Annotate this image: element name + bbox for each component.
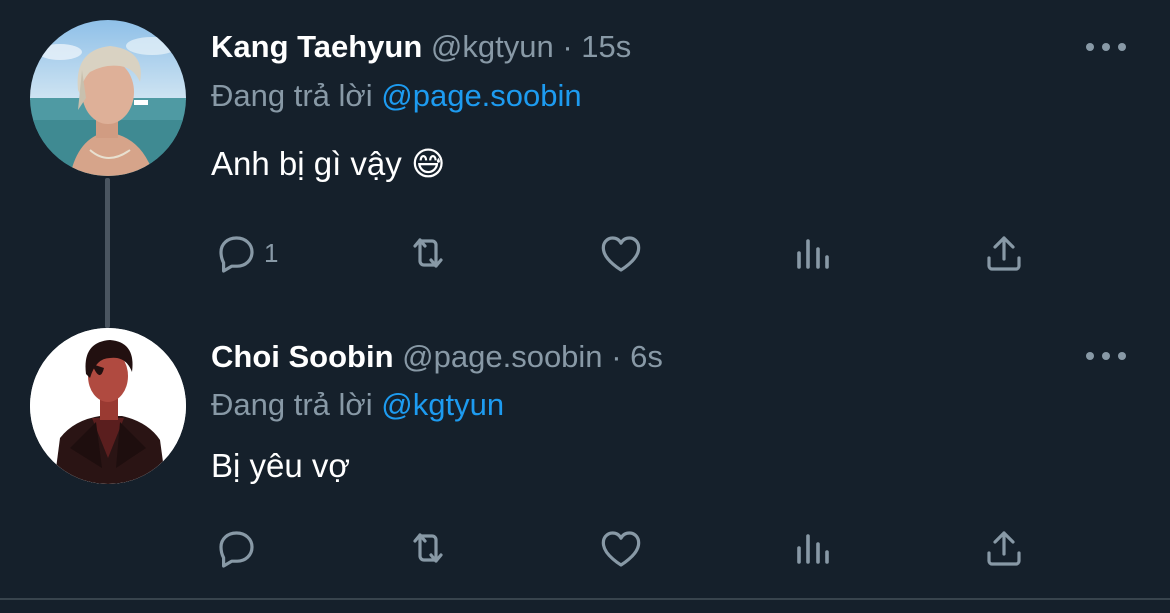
action-bar: [0, 523, 1170, 573]
reply-button[interactable]: [212, 523, 264, 573]
like-button[interactable]: [597, 523, 645, 573]
like-button[interactable]: [597, 228, 645, 278]
reply-icon: [219, 236, 254, 273]
more-icon[interactable]: [1086, 40, 1126, 54]
replying-prefix: Đang trả lời: [211, 387, 373, 422]
analytics-button[interactable]: [789, 228, 837, 278]
share-button[interactable]: [980, 228, 1028, 278]
tweet-choi-soobin[interactable]: Choi Soobin @page.soobin · 6s Đang trả l…: [0, 310, 1170, 598]
share-button[interactable]: [980, 523, 1028, 573]
share-icon: [987, 531, 1021, 566]
avatar[interactable]: [30, 20, 186, 176]
retweet-button[interactable]: [404, 523, 452, 573]
display-name[interactable]: Kang Taehyun: [211, 29, 422, 64]
avatar-photo: [30, 20, 186, 176]
analytics-icon: [797, 239, 829, 269]
separator-dot: ·: [562, 29, 573, 64]
timestamp[interactable]: 6s: [630, 339, 663, 374]
retweet-icon: [413, 238, 443, 268]
user-handle[interactable]: @page.soobin: [402, 339, 602, 374]
mention-link[interactable]: @page.soobin: [381, 78, 581, 113]
separator-dot: ·: [611, 339, 622, 374]
timestamp[interactable]: 15s: [581, 29, 631, 64]
tweet-kang-taehyun[interactable]: Kang Taehyun @kgtyun · 15s Đang trả lời …: [0, 0, 1170, 328]
reply-button[interactable]: 1: [212, 228, 278, 278]
user-handle[interactable]: @kgtyun: [431, 29, 554, 64]
tweet-header: Kang Taehyun @kgtyun · 15s: [211, 27, 631, 67]
replying-to: Đang trả lời @page.soobin: [211, 76, 582, 116]
tweet-text: Anh bị gì vậy 😅: [211, 145, 446, 182]
avatar-photo: [30, 328, 186, 484]
replying-to: Đang trả lời @kgtyun: [211, 385, 504, 425]
analytics-icon: [797, 534, 829, 564]
reply-count: 1: [264, 237, 279, 268]
analytics-button[interactable]: [789, 523, 837, 573]
share-icon: [987, 236, 1021, 271]
heart-icon: [601, 531, 641, 567]
avatar[interactable]: [30, 328, 186, 484]
more-icon[interactable]: [1086, 349, 1126, 363]
action-bar: 1: [0, 228, 1170, 278]
retweet-button[interactable]: [404, 228, 452, 278]
mention-link[interactable]: @kgtyun: [381, 387, 504, 422]
reply-icon: [219, 531, 254, 568]
tweet-text: Bị yêu vợ: [211, 447, 351, 484]
retweet-icon: [413, 533, 443, 563]
bottom-divider: [0, 598, 1170, 600]
display-name[interactable]: Choi Soobin: [211, 339, 394, 374]
replying-prefix: Đang trả lời: [211, 78, 373, 113]
tweet-header: Choi Soobin @page.soobin · 6s: [211, 337, 663, 377]
heart-icon: [601, 236, 641, 272]
